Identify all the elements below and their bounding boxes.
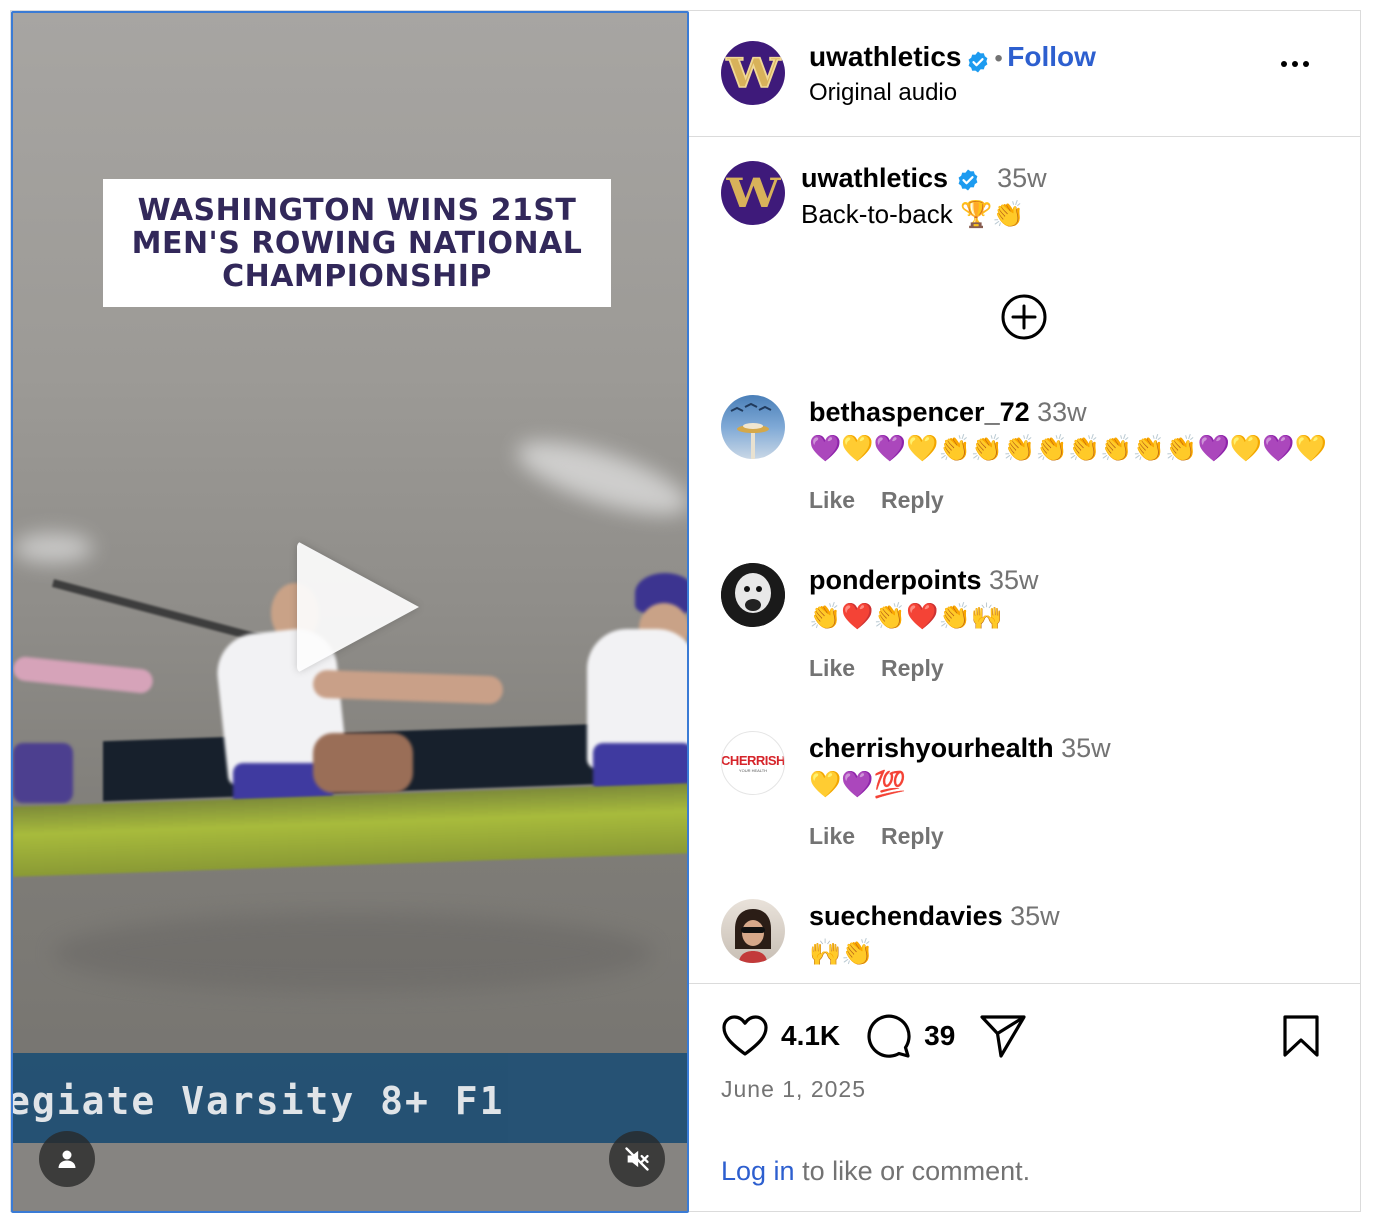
reply-button[interactable]: Reply bbox=[881, 487, 944, 514]
separator-dot: • bbox=[994, 45, 1003, 72]
login-prompt-text: to like or comment. bbox=[794, 1156, 1031, 1186]
load-more-comments-icon[interactable] bbox=[1000, 293, 1048, 341]
water-shadow bbox=[53, 913, 653, 993]
follow-button[interactable]: Follow bbox=[1007, 41, 1096, 72]
comment-username[interactable]: suechendavies bbox=[809, 901, 1003, 931]
like-button[interactable]: Like bbox=[809, 655, 855, 682]
caption-time[interactable]: 35w bbox=[997, 163, 1047, 193]
dog-image bbox=[721, 563, 785, 627]
caption-body: uwathletics 35w Back-to-back 🏆👏 bbox=[801, 161, 1331, 231]
race-lower-third: egiate Varsity 8+ F1 bbox=[11, 1053, 687, 1143]
like-count[interactable]: 4.1K bbox=[781, 1020, 840, 1052]
person-photo bbox=[735, 909, 771, 963]
avatar[interactable]: CHERRISH YOUR HEALTH bbox=[721, 731, 785, 795]
comment-time[interactable]: 35w bbox=[1010, 901, 1060, 931]
avatar-letter: W bbox=[726, 169, 780, 217]
post-card: WASHINGTON WINS 21ST MEN'S ROWING NATION… bbox=[10, 10, 1361, 1213]
reply-button[interactable]: Reply bbox=[881, 655, 944, 682]
comment-count[interactable]: 39 bbox=[924, 1020, 955, 1052]
comment-icon[interactable] bbox=[864, 1012, 912, 1060]
avatar[interactable] bbox=[721, 395, 785, 459]
comment-time[interactable]: 35w bbox=[1061, 733, 1111, 763]
header-title-row: uwathletics • Follow bbox=[809, 41, 1096, 74]
heart-icon[interactable] bbox=[721, 1014, 769, 1058]
verified-badge-icon bbox=[958, 169, 977, 191]
avatar[interactable] bbox=[721, 563, 785, 627]
caption-username[interactable]: uwathletics bbox=[801, 163, 948, 193]
video-player[interactable]: WASHINGTON WINS 21ST MEN'S ROWING NATION… bbox=[11, 11, 689, 1213]
reply-button[interactable]: Reply bbox=[881, 823, 944, 850]
comment-body: suechendavies 35w 🙌👏 bbox=[809, 899, 1339, 969]
post-actions: 4.1K 39 June 1, 2025 Log in to like or c… bbox=[689, 983, 1360, 1213]
comment-text: 💜💛💜💛👏👏👏👏👏👏👏👏💜💛💜💛 bbox=[809, 433, 1327, 463]
comment-time[interactable]: 33w bbox=[1037, 397, 1087, 427]
brand-logo-text: CHERRISH bbox=[721, 753, 785, 768]
muted-speaker-icon bbox=[625, 1147, 649, 1171]
water-splash bbox=[13, 533, 93, 563]
post-sidebar: W uwathletics • Follow Original audio W bbox=[689, 11, 1360, 1213]
like-button[interactable]: Like bbox=[809, 487, 855, 514]
bookmark-icon[interactable] bbox=[1281, 1014, 1321, 1058]
comments-list[interactable]: W uwathletics 35w Back-to-back 🏆👏 bethas… bbox=[689, 137, 1360, 983]
comment-username[interactable]: cherrishyourhealth bbox=[809, 733, 1054, 763]
like-button[interactable]: Like bbox=[809, 823, 855, 850]
login-link[interactable]: Log in bbox=[721, 1156, 795, 1186]
water-splash bbox=[509, 426, 687, 530]
space-needle-image bbox=[730, 402, 772, 459]
share-icon[interactable] bbox=[979, 1013, 1027, 1059]
comment-username[interactable]: ponderpoints bbox=[809, 565, 981, 595]
action-row: 4.1K 39 bbox=[721, 1012, 1027, 1060]
avatar-letter: W bbox=[725, 49, 781, 98]
header-username[interactable]: uwathletics bbox=[809, 41, 961, 72]
avatar[interactable] bbox=[721, 899, 785, 963]
avatar[interactable]: W bbox=[721, 161, 785, 225]
comment-text: 👏❤️👏❤️👏🙌 bbox=[809, 601, 1004, 631]
login-prompt: Log in to like or comment. bbox=[721, 1156, 1030, 1187]
comment-username[interactable]: bethaspencer_72 bbox=[809, 397, 1030, 427]
tagged-users-button[interactable] bbox=[39, 1131, 95, 1187]
comment-body: bethaspencer_72 33w 💜💛💜💛👏👏👏👏👏👏👏👏💜💛💜💛 Lik… bbox=[809, 395, 1339, 514]
person-icon bbox=[58, 1150, 76, 1168]
comment-body: cherrishyourhealth 35w 💛💜💯 Like Reply bbox=[809, 731, 1339, 850]
brand-logo-subtext: YOUR HEALTH bbox=[738, 768, 768, 773]
mute-button[interactable] bbox=[609, 1131, 665, 1187]
post-date[interactable]: June 1, 2025 bbox=[721, 1076, 866, 1103]
audio-label[interactable]: Original audio bbox=[809, 79, 957, 107]
race-name: egiate Varsity 8+ F1 bbox=[11, 1079, 505, 1123]
comment-body: ponderpoints 35w 👏❤️👏❤️👏🙌 Like Reply bbox=[809, 563, 1339, 682]
comment-text: 🙌👏 bbox=[809, 937, 874, 967]
more-options-icon[interactable] bbox=[1281, 61, 1309, 67]
post-header: W uwathletics • Follow Original audio bbox=[689, 11, 1360, 137]
caption-text: Back-to-back 🏆👏 bbox=[801, 199, 1025, 229]
water-bottom bbox=[13, 1143, 687, 1211]
headline-text: WASHINGTON WINS 21ST MEN'S ROWING NATION… bbox=[131, 192, 583, 294]
headline-banner: WASHINGTON WINS 21ST MEN'S ROWING NATION… bbox=[103, 179, 611, 307]
comment-text: 💛💜💯 bbox=[809, 769, 907, 799]
avatar[interactable]: W bbox=[721, 41, 785, 105]
play-icon[interactable] bbox=[297, 541, 419, 673]
verified-badge-icon bbox=[968, 51, 988, 73]
comment-time[interactable]: 35w bbox=[989, 565, 1039, 595]
